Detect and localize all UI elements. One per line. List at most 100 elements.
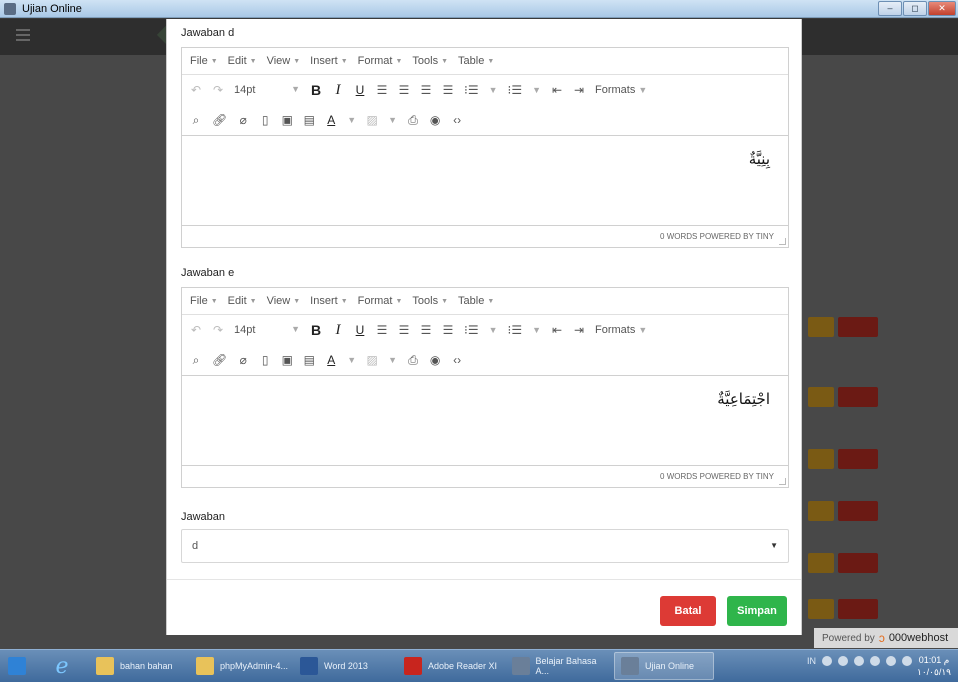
- bookmark-icon[interactable]: ▯: [259, 113, 271, 127]
- print-icon[interactable]: ⎙: [407, 353, 419, 368]
- chevron-down-icon[interactable]: ▼: [489, 325, 498, 335]
- menu-edit[interactable]: Edit ▼: [228, 55, 257, 67]
- find-icon[interactable]: ⌕: [190, 353, 202, 368]
- undo-icon[interactable]: ↶: [190, 323, 202, 337]
- bold-icon[interactable]: B: [310, 82, 322, 98]
- align-justify-icon[interactable]: ☰: [442, 83, 454, 97]
- redo-icon[interactable]: ↷: [212, 83, 224, 97]
- media-icon[interactable]: ▤: [303, 113, 315, 127]
- cancel-button[interactable]: Batal: [660, 596, 716, 626]
- speaker-icon[interactable]: [870, 656, 880, 666]
- taskbar-item-ujian-online[interactable]: Ujian Online: [614, 652, 714, 680]
- undo-icon[interactable]: ↶: [190, 83, 202, 97]
- sync-icon[interactable]: [854, 656, 864, 666]
- taskbar-item-phpmyadmin[interactable]: phpMyAdmin-4...: [190, 652, 290, 680]
- menu-format[interactable]: Format ▼: [358, 295, 403, 307]
- menu-tools[interactable]: Tools ▼: [412, 55, 448, 67]
- link-icon[interactable]: 🔗︎: [212, 353, 227, 367]
- underline-icon[interactable]: U: [354, 83, 366, 97]
- internet-explorer-icon[interactable]: e: [34, 651, 90, 681]
- menu-view[interactable]: View ▼: [267, 55, 301, 67]
- align-left-icon[interactable]: ☰: [376, 323, 388, 337]
- preview-icon[interactable]: ◉: [429, 353, 441, 367]
- signal-icon[interactable]: [902, 656, 912, 666]
- image-icon[interactable]: ▣: [281, 353, 293, 367]
- align-right-icon[interactable]: ☰: [420, 83, 432, 97]
- link-icon[interactable]: 🔗︎: [212, 113, 227, 127]
- close-button[interactable]: ✕: [928, 1, 956, 16]
- chevron-down-icon[interactable]: ▼: [347, 115, 356, 125]
- chevron-down-icon[interactable]: ▼: [532, 325, 541, 335]
- taskbar-item-bahan-bahan[interactable]: bahan bahan: [90, 652, 186, 680]
- text-color-icon[interactable]: A: [325, 113, 337, 127]
- taskbar-item-belajar-bahasa[interactable]: Belajar Bahasa A...: [506, 652, 610, 680]
- answer-e-content[interactable]: اجْتِمَاعِيَّةٌ: [182, 375, 788, 465]
- security-icon[interactable]: [886, 656, 896, 666]
- powered-by-badge[interactable]: Powered by ↄ 000webhost: [814, 628, 958, 648]
- underline-icon[interactable]: U: [354, 323, 366, 337]
- indent-icon[interactable]: ⇥: [573, 323, 585, 337]
- italic-icon[interactable]: I: [332, 322, 344, 339]
- bullet-list-icon[interactable]: ⁝☰: [464, 83, 479, 97]
- redo-icon[interactable]: ↷: [212, 323, 224, 337]
- minimize-button[interactable]: –: [878, 1, 902, 16]
- language-indicator[interactable]: IN: [807, 656, 816, 666]
- resize-handle-icon[interactable]: [779, 238, 786, 245]
- code-icon[interactable]: ‹›: [451, 353, 463, 367]
- align-left-icon[interactable]: ☰: [376, 83, 388, 97]
- menu-insert[interactable]: Insert ▼: [310, 295, 347, 307]
- answer-d-content[interactable]: بِنِيَّةٌ: [182, 135, 788, 225]
- preview-icon[interactable]: ◉: [429, 113, 441, 127]
- menu-file[interactable]: File ▼: [190, 55, 218, 67]
- align-justify-icon[interactable]: ☰: [442, 323, 454, 337]
- menu-tools[interactable]: Tools ▼: [412, 295, 448, 307]
- background-color-icon[interactable]: ▨: [366, 113, 378, 127]
- network-icon[interactable]: [838, 656, 848, 666]
- bullet-list-icon[interactable]: ⁝☰: [464, 323, 479, 337]
- taskbar-item-word[interactable]: Word 2013: [294, 652, 394, 680]
- menu-table[interactable]: Table ▼: [458, 295, 494, 307]
- chevron-down-icon[interactable]: ▼: [489, 85, 498, 95]
- menu-view[interactable]: View ▼: [267, 295, 301, 307]
- bookmark-icon[interactable]: ▯: [259, 353, 271, 367]
- media-icon[interactable]: ▤: [303, 353, 315, 367]
- unlink-icon[interactable]: ⌀: [237, 113, 249, 127]
- find-icon[interactable]: ⌕: [190, 113, 202, 128]
- answer-select[interactable]: d ▼: [181, 529, 789, 563]
- maximize-button[interactable]: ◻: [903, 1, 927, 16]
- formats-dropdown[interactable]: Formats ▼: [595, 324, 647, 336]
- menu-edit[interactable]: Edit ▼: [228, 295, 257, 307]
- font-size-select[interactable]: 14pt ▼: [234, 324, 300, 336]
- chevron-down-icon[interactable]: ▼: [532, 85, 541, 95]
- font-size-select[interactable]: 14pt ▼: [234, 84, 300, 96]
- code-icon[interactable]: ‹›: [451, 113, 463, 127]
- start-button[interactable]: [0, 650, 34, 682]
- taskbar-item-adobe-reader[interactable]: Adobe Reader XI: [398, 652, 502, 680]
- menu-table[interactable]: Table ▼: [458, 55, 494, 67]
- align-center-icon[interactable]: ☰: [398, 323, 410, 337]
- italic-icon[interactable]: I: [332, 82, 344, 99]
- chevron-down-icon[interactable]: ▼: [388, 355, 397, 365]
- outdent-icon[interactable]: ⇤: [551, 323, 563, 337]
- menu-insert[interactable]: Insert ▼: [310, 55, 347, 67]
- menu-format[interactable]: Format ▼: [358, 55, 403, 67]
- chevron-down-icon[interactable]: ▼: [347, 355, 356, 365]
- image-icon[interactable]: ▣: [281, 113, 293, 127]
- unlink-icon[interactable]: ⌀: [237, 353, 249, 367]
- formats-dropdown[interactable]: Formats ▼: [595, 84, 647, 96]
- outdent-icon[interactable]: ⇤: [551, 83, 563, 97]
- print-icon[interactable]: ⎙: [407, 113, 419, 128]
- taskbar-clock[interactable]: 01:01 م ١٠/٠٥/١٩: [914, 654, 954, 678]
- resize-handle-icon[interactable]: [779, 478, 786, 485]
- save-button[interactable]: Simpan: [727, 596, 787, 626]
- chevron-down-icon[interactable]: ▼: [388, 115, 397, 125]
- numbered-list-icon[interactable]: ⁝☰: [508, 83, 523, 97]
- bold-icon[interactable]: B: [310, 322, 322, 338]
- text-color-icon[interactable]: A: [325, 353, 337, 367]
- help-icon[interactable]: [822, 656, 832, 666]
- background-color-icon[interactable]: ▨: [366, 353, 378, 367]
- numbered-list-icon[interactable]: ⁝☰: [508, 323, 523, 337]
- menu-file[interactable]: File ▼: [190, 295, 218, 307]
- align-center-icon[interactable]: ☰: [398, 83, 410, 97]
- align-right-icon[interactable]: ☰: [420, 323, 432, 337]
